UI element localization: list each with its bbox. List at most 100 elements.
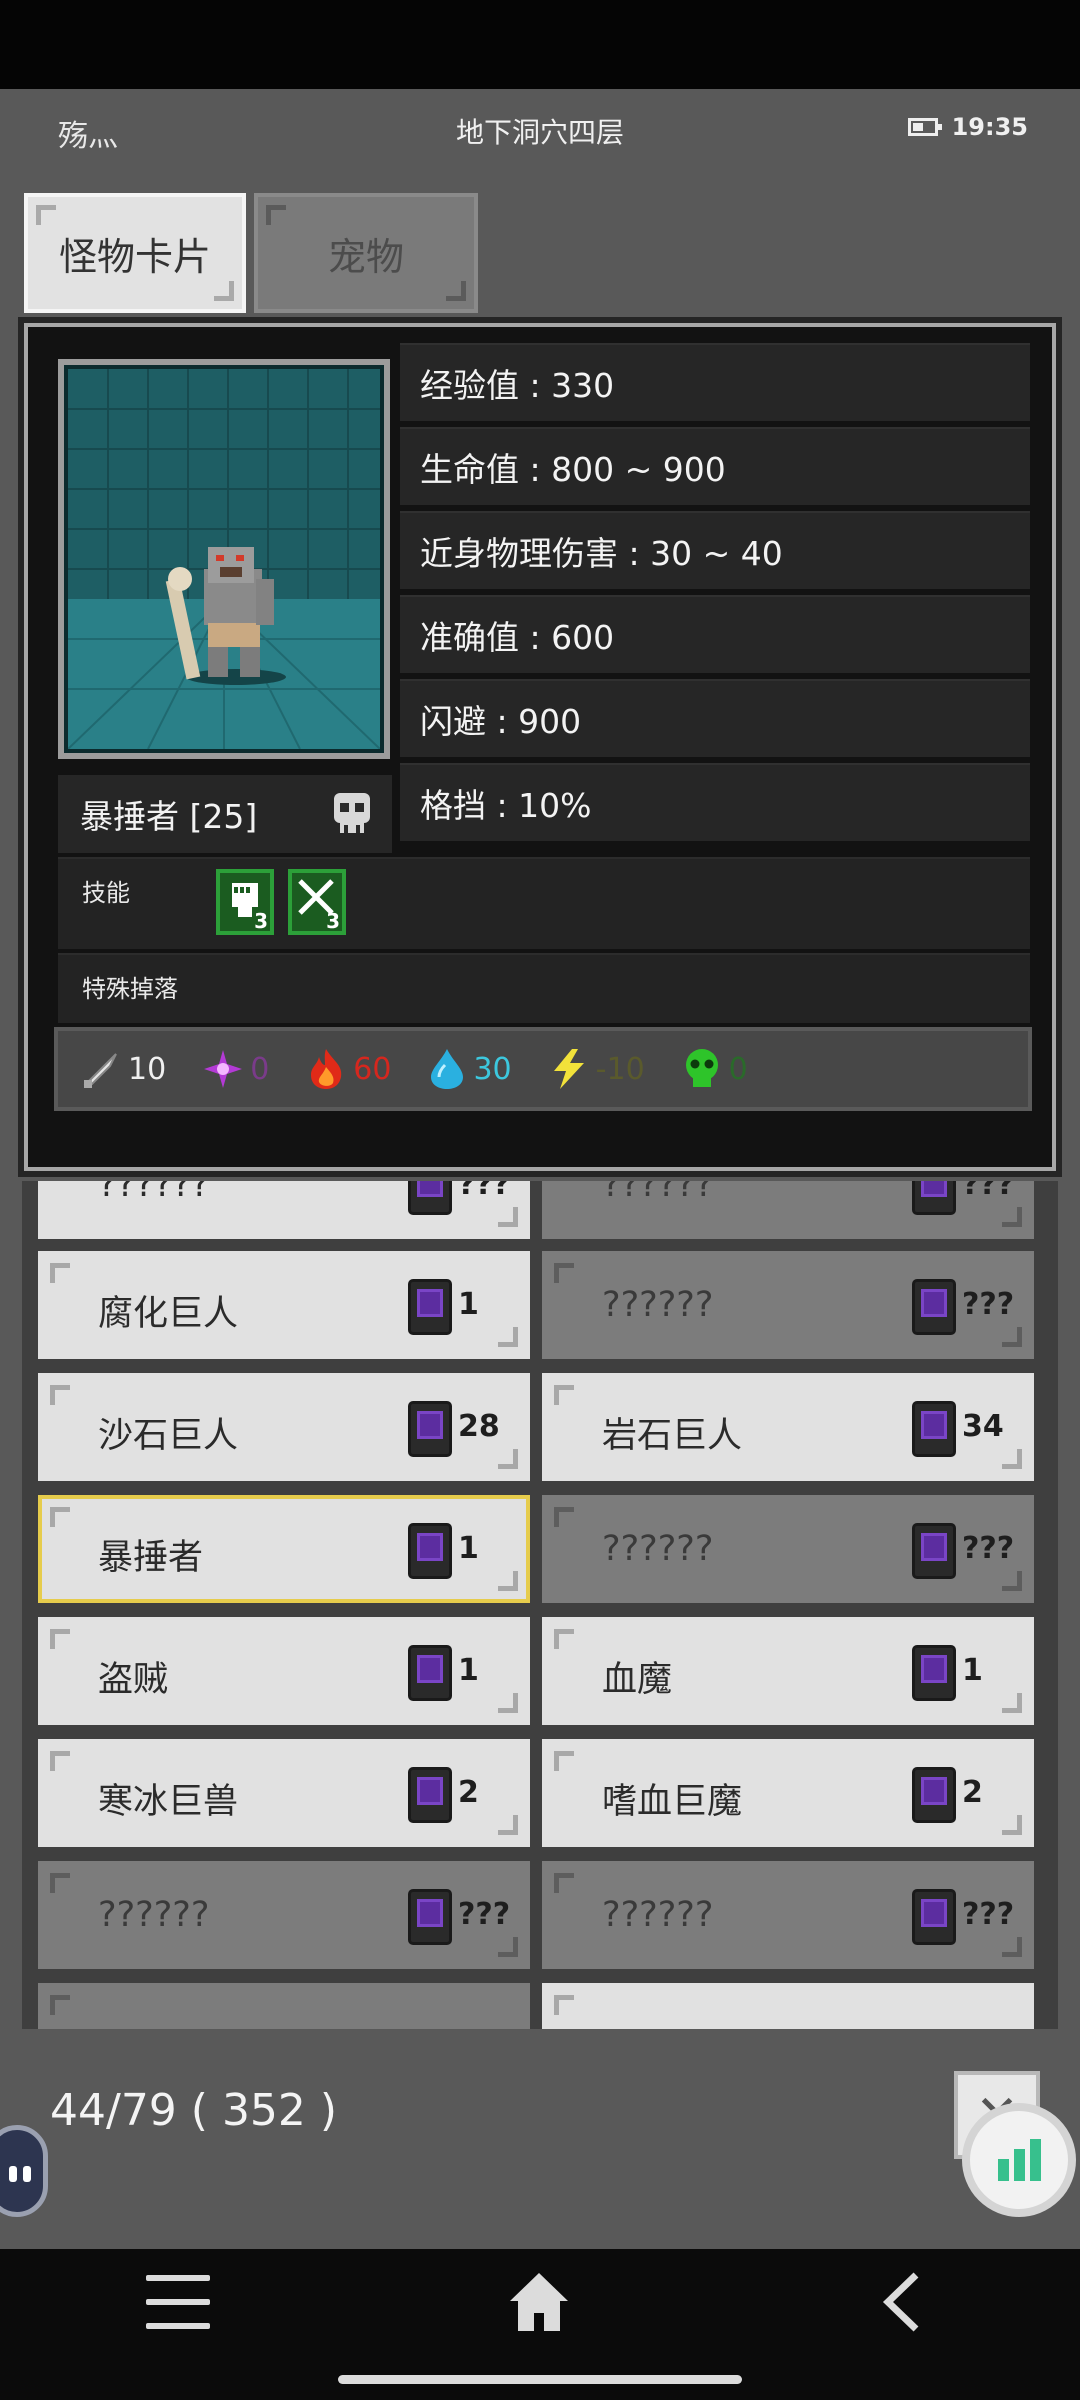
stat-block: 格挡 : 10% (400, 763, 1030, 841)
card-name: 沙石巨人 (98, 1416, 239, 1456)
status-right: 19:35 (907, 113, 1028, 141)
card-icon (912, 1401, 956, 1457)
resistance-bar: 10 0 60 30 -10 0 (54, 1027, 1032, 1111)
magic-icon (204, 1050, 243, 1088)
stat-melee-damage: 近身物理伤害 : 30 ~ 40 (400, 511, 1030, 589)
skills-row: 技能 3 3 (58, 857, 1030, 949)
resist-fire: 60 (305, 1047, 391, 1091)
water-icon (431, 1049, 464, 1089)
home-icon[interactable] (506, 2269, 572, 2335)
card-item[interactable]: 腐化巨人 1 (38, 1251, 530, 1359)
stat-evasion: 闪避 : 900 (400, 679, 1030, 757)
card-count: 1 (458, 1287, 479, 1322)
monster-sprite-icon (68, 369, 380, 749)
monster-name-cell: 暴捶者 [25] (58, 775, 392, 853)
card-item[interactable]: ?????? ??? (542, 1495, 1034, 1603)
tab-pets[interactable]: 宠物 (254, 193, 478, 313)
stat-hp: 生命值 : 800 ~ 900 (400, 427, 1030, 505)
card-icon (408, 1181, 452, 1215)
card-item[interactable]: 寒冰巨兽 2 (38, 1739, 530, 1847)
fire-icon (311, 1049, 342, 1089)
resist-magic: 0 (202, 1048, 269, 1090)
card-icon (912, 1645, 956, 1701)
card-item[interactable]: ?????? ??? (542, 1181, 1034, 1239)
monster-portrait-frame (58, 359, 390, 759)
monster-card-grid[interactable]: ?????? ??? ?????? ??? 腐化巨人 1 ?????? ??? … (22, 1181, 1058, 2029)
card-item[interactable]: ?????? ??? (38, 1861, 530, 1969)
stat-exp: 经验值 : 330 (400, 343, 1030, 421)
skill-level: 3 (326, 909, 340, 933)
tab-label: 怪物卡片 (58, 234, 211, 279)
resist-physical: 10 (80, 1048, 166, 1090)
skull-icon (334, 793, 370, 833)
system-nav-bar (0, 2249, 1080, 2400)
resist-water: 30 (427, 1047, 512, 1091)
card-count: 2 (962, 1775, 983, 1810)
card-count: 28 (458, 1409, 500, 1444)
card-icon (912, 1767, 956, 1823)
card-name: ?????? (602, 1285, 714, 1325)
card-count: ??? (962, 1897, 1015, 1932)
card-name: ?????? (602, 1895, 714, 1935)
poison-icon (685, 1049, 718, 1087)
card-item[interactable]: ?????? ??? (542, 1861, 1034, 1969)
floating-assistant-icon[interactable] (0, 2125, 48, 2217)
card-item[interactable] (38, 1983, 530, 2029)
tab-monster-cards[interactable]: 怪物卡片 (24, 193, 246, 313)
special-drop-row: 特殊掉落 (58, 953, 1030, 1023)
stat-accuracy: 准确值 : 600 (400, 595, 1030, 673)
card-count: 1 (962, 1653, 983, 1688)
card-icon (408, 1889, 452, 1945)
card-item[interactable] (542, 1983, 1034, 2029)
skill-fist-icon[interactable]: 3 (216, 869, 274, 935)
card-item-selected[interactable]: 暴捶者 1 (38, 1495, 530, 1603)
resist-lightning: -10 (548, 1047, 645, 1091)
card-item[interactable]: 沙石巨人 28 (38, 1373, 530, 1481)
card-item[interactable]: 盗贼 1 (38, 1617, 530, 1725)
monster-portrait (64, 365, 384, 753)
card-name: 血魔 (602, 1660, 673, 1700)
card-icon (912, 1181, 956, 1215)
monster-detail-panel: 经验值 : 330 生命值 : 800 ~ 900 近身物理伤害 : 30 ~ … (18, 317, 1062, 1177)
menu-icon[interactable] (146, 2275, 210, 2331)
card-item[interactable]: 血魔 1 (542, 1617, 1034, 1725)
card-name: 嗜血巨魔 (602, 1782, 743, 1822)
card-name: ?????? (602, 1529, 714, 1569)
card-count: ??? (458, 1181, 511, 1202)
card-count: ??? (458, 1897, 511, 1932)
skill-swords-icon[interactable]: 3 (288, 869, 346, 935)
card-name: 寒冰巨兽 (98, 1782, 239, 1822)
special-drop-label: 特殊掉落 (82, 975, 178, 1003)
card-count: 34 (962, 1409, 1004, 1444)
card-name: ?????? (98, 1895, 210, 1935)
home-indicator[interactable] (338, 2375, 742, 2384)
card-count: 1 (458, 1653, 479, 1688)
card-name: ?????? (602, 1181, 714, 1205)
card-count: ??? (962, 1287, 1015, 1322)
top-bezel (0, 0, 1080, 89)
card-item[interactable]: ?????? ??? (542, 1251, 1034, 1359)
game-screen: 殇灬 地下洞穴四层 19:35 怪物卡片 宠物 经验值: 330 生命值: … (0, 89, 1080, 2249)
card-icon (912, 1523, 956, 1579)
card-name: 盗贼 (98, 1660, 169, 1700)
monster-name: 暴捶者 [25] (80, 797, 258, 836)
stats-float-button[interactable] (962, 2103, 1076, 2217)
card-icon (408, 1279, 452, 1335)
card-count: ??? (962, 1181, 1015, 1202)
battery-icon (907, 118, 942, 136)
status-bar: 殇灬 地下洞穴四层 19:35 (0, 89, 1080, 171)
card-item[interactable]: ?????? ??? (38, 1181, 530, 1239)
resist-poison: 0 (681, 1047, 748, 1091)
card-name: 暴捶者 (98, 1538, 204, 1578)
physical-icon (83, 1053, 117, 1088)
card-icon (408, 1645, 452, 1701)
card-icon (408, 1523, 452, 1579)
card-item[interactable]: 嗜血巨魔 2 (542, 1739, 1034, 1847)
tab-label: 宠物 (327, 234, 404, 279)
card-count: ??? (962, 1531, 1015, 1566)
card-item[interactable]: 岩石巨人 34 (542, 1373, 1034, 1481)
card-count: 1 (458, 1531, 479, 1566)
card-name: 腐化巨人 (98, 1294, 239, 1334)
card-count: 2 (458, 1775, 479, 1810)
back-icon[interactable] (880, 2269, 924, 2335)
